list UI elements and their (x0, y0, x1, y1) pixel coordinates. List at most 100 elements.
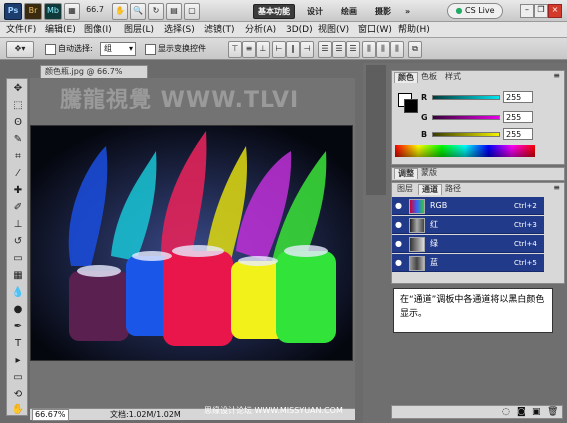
panel-menu-icon[interactable]: ≡ (553, 183, 560, 192)
channel-row-blue[interactable]: ● 蓝 Ctrl+5 (392, 254, 544, 272)
eye-icon[interactable]: ● (395, 239, 404, 248)
distribute-right-icon[interactable]: ⫼ (390, 41, 404, 58)
align-center-icon[interactable]: ∥ (286, 41, 300, 58)
menu-select[interactable]: 选择(S) (164, 23, 195, 37)
workspace-design[interactable]: 设计 (307, 4, 323, 19)
tab-paths[interactable]: 路径 (442, 184, 464, 194)
background-color-swatch[interactable] (404, 99, 418, 113)
workspace-photography[interactable]: 摄影 (375, 4, 391, 19)
menu-view[interactable]: 视图(V) (318, 23, 349, 37)
menu-filter[interactable]: 滤镜(T) (204, 23, 235, 37)
eyedropper-tool-icon[interactable]: ⁄ (11, 167, 25, 180)
red-value-field[interactable]: 255 (503, 91, 533, 103)
eye-icon[interactable]: ● (395, 220, 404, 229)
eraser-tool-icon[interactable]: ▭ (11, 252, 25, 265)
hand-tool-icon[interactable]: ✋ (11, 403, 25, 416)
document-size-info[interactable]: 文档:1.02M/1.02M (110, 409, 181, 420)
type-tool-icon[interactable]: T (11, 337, 25, 350)
arrange-documents-icon[interactable]: ▤ (166, 3, 182, 20)
distribute-center-icon[interactable]: ⫼ (376, 41, 390, 58)
red-slider[interactable] (432, 95, 500, 100)
blue-slider[interactable] (432, 132, 500, 137)
blue-value-field[interactable]: 255 (503, 128, 533, 140)
document-tab[interactable]: 颜色瓶.jpg @ 66.7%(RGB/8#) × (40, 65, 148, 88)
document-canvas[interactable] (30, 125, 353, 361)
distribute-bottom-icon[interactable]: ☰ (346, 41, 360, 58)
channel-row-rgb[interactable]: ● RGB Ctrl+2 (392, 197, 544, 215)
align-bottom-icon[interactable]: ⊥ (256, 41, 270, 58)
auto-select-dropdown[interactable]: 组 ▾ (100, 42, 136, 56)
hand-icon[interactable]: ✋ (112, 3, 128, 20)
restore-icon[interactable]: ❐ (534, 4, 548, 18)
tab-masks[interactable]: 蒙版 (418, 168, 440, 178)
green-slider[interactable] (432, 115, 500, 120)
save-selection-icon[interactable]: ◙ (517, 407, 526, 417)
close-icon[interactable]: × (548, 4, 562, 18)
minimize-icon[interactable]: – (520, 4, 534, 18)
blur-tool-icon[interactable]: 💧 (11, 286, 25, 299)
workspace-essentials-button[interactable]: 基本功能 (253, 4, 295, 19)
panel-menu-icon[interactable]: ≡ (553, 71, 560, 80)
color-spectrum-bar[interactable] (395, 145, 535, 157)
gradient-tool-icon[interactable]: ▦ (11, 269, 25, 282)
tab-channels[interactable]: 通道 (418, 184, 442, 195)
align-right-icon[interactable]: ⊣ (300, 41, 314, 58)
history-brush-tool-icon[interactable]: ↺ (11, 235, 25, 248)
shape-tool-icon[interactable]: ▭ (11, 371, 25, 384)
trash-icon[interactable]: 🗑 (547, 407, 558, 417)
tab-styles[interactable]: 样式 (442, 72, 464, 82)
distribute-left-icon[interactable]: ⫼ (362, 41, 376, 58)
crop-tool-icon[interactable]: ⌗ (11, 150, 25, 163)
mini-bridge-icon[interactable]: Mb (44, 3, 62, 20)
menu-help[interactable]: 帮助(H) (398, 23, 430, 37)
new-channel-icon[interactable]: ▣ (532, 407, 541, 417)
distribute-middle-icon[interactable]: ☰ (332, 41, 346, 58)
cs-live-button[interactable]: ● CS Live (447, 3, 503, 19)
auto-select-checkbox[interactable] (45, 44, 56, 55)
channel-row-green[interactable]: ● 绿 Ctrl+4 (392, 235, 544, 253)
brush-tool-icon[interactable]: ✐ (11, 201, 25, 214)
clone-stamp-tool-icon[interactable]: ⊥ (11, 218, 25, 231)
screen-mode-icon[interactable]: ▢ (184, 3, 200, 20)
zoom-field[interactable]: 66.67% (32, 409, 69, 421)
more-workspaces[interactable]: » (405, 4, 410, 19)
auto-align-icon[interactable]: ⧉ (408, 41, 422, 58)
tab-color[interactable]: 颜色 (394, 72, 418, 83)
path-selection-tool-icon[interactable]: ▸ (11, 354, 25, 367)
workspace-painting[interactable]: 绘画 (341, 4, 357, 19)
align-middle-icon[interactable]: ≡ (242, 41, 256, 58)
quick-selection-tool-icon[interactable]: ✎ (11, 133, 25, 146)
align-left-icon[interactable]: ⊢ (272, 41, 286, 58)
menu-analysis[interactable]: 分析(A) (245, 23, 276, 37)
menu-edit[interactable]: 编辑(E) (45, 23, 76, 37)
zoom-level[interactable]: 66.7 (82, 3, 108, 18)
zoom-icon[interactable]: 🔍 (130, 3, 146, 20)
lasso-tool-icon[interactable]: ʘ (11, 116, 25, 129)
align-top-icon[interactable]: ⊤ (228, 41, 242, 58)
rotate-view-icon[interactable]: ↻ (148, 3, 164, 20)
menu-file[interactable]: 文件(F) (6, 23, 36, 37)
menu-image[interactable]: 图像(I) (84, 23, 112, 37)
move-tool-icon[interactable]: ✥ (11, 82, 25, 95)
load-channel-selection-icon[interactable]: ◌ (502, 407, 510, 417)
green-value-field[interactable]: 255 (503, 111, 533, 123)
distribute-top-icon[interactable]: ☰ (318, 41, 332, 58)
show-transform-checkbox[interactable] (145, 44, 156, 55)
eye-icon[interactable]: ● (395, 201, 404, 210)
tab-swatches[interactable]: 色板 (418, 72, 440, 82)
eye-icon[interactable]: ● (395, 258, 404, 267)
3d-rotate-tool-icon[interactable]: ⟲ (11, 388, 25, 401)
move-tool-preset-icon[interactable]: ✥▾ (6, 41, 34, 58)
menu-layer[interactable]: 图层(L) (124, 23, 154, 37)
menu-window[interactable]: 窗口(W) (358, 23, 392, 37)
spot-healing-tool-icon[interactable]: ✚ (11, 184, 25, 197)
channel-row-red[interactable]: ● 红 Ctrl+3 (392, 216, 544, 234)
pen-tool-icon[interactable]: ✒ (11, 320, 25, 333)
tab-adjustments[interactable]: 调整 (394, 168, 418, 179)
view-extras-icon[interactable]: ▦ (64, 3, 80, 20)
dodge-tool-icon[interactable]: ● (11, 303, 25, 316)
tab-layers[interactable]: 图层 (394, 184, 416, 194)
bridge-icon[interactable]: Br (24, 3, 42, 20)
marquee-tool-icon[interactable]: ⬚ (11, 99, 25, 112)
menu-3d[interactable]: 3D(D) (286, 23, 313, 37)
